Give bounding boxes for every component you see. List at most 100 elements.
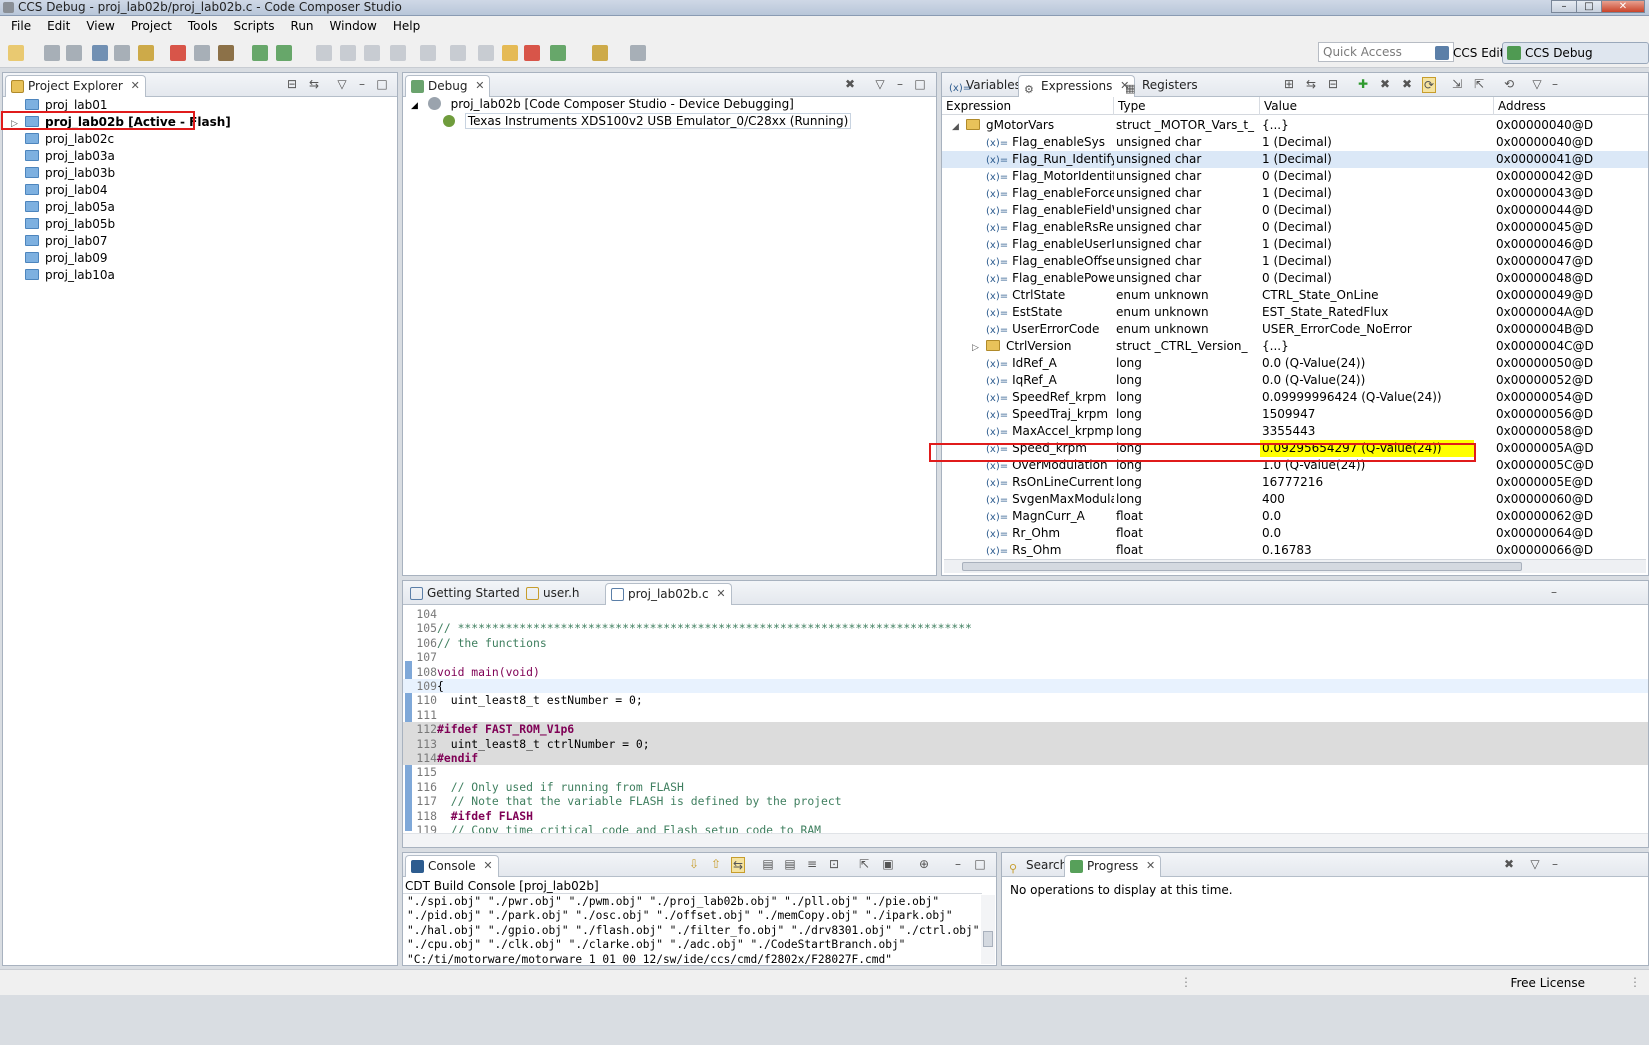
pin-icon[interactable] bbox=[592, 45, 608, 61]
debug-target-item[interactable]: Texas Instruments XDS100v2 USB Emulator_… bbox=[443, 113, 852, 130]
project-item[interactable]: proj_lab03a bbox=[11, 148, 115, 165]
expanded-arrow-icon[interactable]: ◢ bbox=[411, 101, 418, 111]
view-menu-icon[interactable]: ▽ bbox=[335, 77, 349, 91]
project-item[interactable]: proj_lab10a bbox=[11, 267, 115, 284]
expression-row[interactable]: (x)=Flag_enableUserParanunsigned char 1 (… bbox=[942, 236, 1648, 253]
menu-file[interactable]: File bbox=[3, 19, 39, 33]
export-icon[interactable]: ⇱ bbox=[1472, 77, 1486, 91]
save-icon[interactable] bbox=[44, 45, 60, 61]
close-icon[interactable]: ✕ bbox=[716, 584, 725, 604]
minimize-view-icon[interactable]: – bbox=[893, 77, 907, 91]
expression-row[interactable]: (x)=Flag_MotorIdentifiedunsigned char 0 (… bbox=[942, 168, 1648, 185]
expression-value[interactable]: 3355443 bbox=[1262, 423, 1492, 440]
close-icon[interactable]: ✕ bbox=[483, 856, 492, 876]
settings-icon[interactable] bbox=[114, 45, 130, 61]
editor-hscrollbar[interactable] bbox=[403, 833, 1648, 847]
step-return-icon[interactable] bbox=[364, 45, 380, 61]
pin-console-icon[interactable]: ⊡ bbox=[827, 857, 841, 871]
remove-all-icon[interactable]: ✖ bbox=[1400, 77, 1414, 91]
expression-row[interactable]: (x)=Flag_enableFieldWeakunsigned char 0 (… bbox=[942, 202, 1648, 219]
expression-row[interactable]: (x)=Flag_enablePowerWarunsigned char 0 (D… bbox=[942, 270, 1648, 287]
expression-row[interactable]: (x)= Rs_Ohm float 0.16783 0x00000066@D bbox=[942, 542, 1648, 559]
view-menu-icon[interactable]: ▽ bbox=[873, 77, 887, 91]
expression-value[interactable]: 16777216 bbox=[1262, 474, 1492, 491]
project-item[interactable]: proj_lab02c bbox=[11, 131, 114, 148]
tab-project-explorer[interactable]: Project Explorer ✕ bbox=[5, 75, 146, 97]
perspective-ccs-edit[interactable]: CCS Edit bbox=[1430, 42, 1511, 64]
remove-expression-icon[interactable]: ✖ bbox=[1378, 77, 1392, 91]
menu-project[interactable]: Project bbox=[123, 19, 180, 33]
expand-arrow-icon[interactable]: ◢ bbox=[952, 119, 966, 134]
expression-value[interactable]: 0.0 bbox=[1262, 508, 1492, 525]
expression-value[interactable]: 0 (Decimal) bbox=[1262, 202, 1492, 219]
scrollbar-thumb[interactable] bbox=[962, 562, 1522, 571]
gear-icon[interactable] bbox=[550, 45, 566, 61]
expand-arrow-icon[interactable]: ▷ bbox=[972, 340, 986, 355]
project-item[interactable]: proj_lab07 bbox=[11, 233, 108, 250]
tab-variables[interactable]: (x)= Variables bbox=[944, 75, 1029, 97]
step-into-icon[interactable] bbox=[340, 45, 356, 61]
restart-icon[interactable] bbox=[420, 45, 436, 61]
import-icon[interactable]: ⇲ bbox=[1450, 77, 1464, 91]
stop-icon[interactable] bbox=[524, 45, 540, 61]
expression-value[interactable]: 1 (Decimal) bbox=[1262, 151, 1492, 168]
open-console-icon[interactable]: ⇱ bbox=[857, 857, 871, 871]
project-item[interactable]: proj_lab01 bbox=[11, 97, 108, 114]
expression-row[interactable]: ◢ gMotorVars struct _MOTOR_Vars_t_ {...} 0x0… bbox=[942, 117, 1648, 134]
build-icon[interactable] bbox=[138, 45, 154, 61]
close-window-button[interactable]: ✕ bbox=[1601, 0, 1645, 13]
expression-value[interactable]: CTRL_State_OnLine bbox=[1262, 287, 1492, 304]
expression-row[interactable]: (x)= Speed_krpm long 0.09295654297 (Q-Value… bbox=[942, 440, 1648, 457]
expression-value[interactable]: 0.09999996424 (Q-Value(24)) bbox=[1262, 389, 1492, 406]
remove-all-finished-icon[interactable]: ✖ bbox=[1502, 857, 1516, 871]
expression-value[interactable]: {...} bbox=[1262, 117, 1492, 134]
tab-expressions[interactable]: ⚙ Expressions ✕ bbox=[1018, 75, 1136, 97]
project-item[interactable]: proj_lab05b bbox=[11, 216, 115, 233]
close-icon[interactable]: ✕ bbox=[475, 76, 484, 96]
expression-row[interactable]: (x)= OverModulation long 1.0 (Q-Value(24)) 0… bbox=[942, 457, 1648, 474]
save-all-icon[interactable] bbox=[66, 45, 82, 61]
expression-value[interactable]: 1 (Decimal) bbox=[1262, 253, 1492, 270]
console-output[interactable]: "./spi.obj" "./pwr.obj" "./pwm.obj" "./p… bbox=[403, 895, 980, 965]
expression-value[interactable]: 1.0 (Q-Value(24)) bbox=[1262, 457, 1492, 474]
scrollbar-thumb[interactable] bbox=[983, 931, 993, 947]
expression-row[interactable]: (x)=RsOnLineCurrent_Along 16777216 0x00000… bbox=[942, 474, 1648, 491]
close-icon[interactable]: ✕ bbox=[131, 76, 140, 96]
menu-view[interactable]: View bbox=[78, 19, 122, 33]
expression-value[interactable]: 0 (Decimal) bbox=[1262, 270, 1492, 287]
expression-row[interactable]: (x)= SpeedRef_krpm long 0.09999996424 (Q-Va… bbox=[942, 389, 1648, 406]
menu-window[interactable]: Window bbox=[322, 19, 385, 33]
expression-value[interactable]: 0.0 (Q-Value(24)) bbox=[1262, 372, 1492, 389]
step-over-icon[interactable] bbox=[316, 45, 332, 61]
expression-row[interactable]: (x)= UserErrorCode enum unknown USER_ErrorC… bbox=[942, 321, 1648, 338]
code-area[interactable]: 104 105// *******************************… bbox=[403, 605, 1648, 833]
scroll-lock-icon[interactable]: ⇆ bbox=[731, 857, 745, 873]
tab-user-h[interactable]: user.h bbox=[521, 583, 588, 605]
maximize-view-icon[interactable]: □ bbox=[973, 857, 987, 871]
expression-value[interactable]: 0 (Decimal) bbox=[1262, 219, 1492, 236]
maximize-button[interactable]: □ bbox=[1576, 0, 1602, 13]
word-wrap-icon[interactable]: ≡ bbox=[805, 857, 819, 871]
expression-row[interactable]: ▷ CtrlVersion struct _CTRL_Version_ {...} 0x… bbox=[942, 338, 1648, 355]
expression-value[interactable]: 1 (Decimal) bbox=[1262, 185, 1492, 202]
minimize-view-icon[interactable]: – bbox=[1547, 585, 1561, 599]
expression-value[interactable]: 1 (Decimal) bbox=[1262, 134, 1492, 151]
expression-row[interactable]: (x)= CtrlState enum unknown CTRL_State_OnLi… bbox=[942, 287, 1648, 304]
link-editor-icon[interactable]: ⇆ bbox=[307, 77, 321, 91]
expression-row[interactable]: (x)= SpeedTraj_krpm long 1509947 0x00000056@… bbox=[942, 406, 1648, 423]
project-item[interactable]: proj_lab05a bbox=[11, 199, 115, 216]
collapse-icon[interactable]: ⊞ bbox=[1282, 77, 1296, 91]
close-icon[interactable]: ✕ bbox=[1146, 856, 1155, 876]
expression-row[interactable]: (x)=Flag_enableRsRecalcunsigned char 0 (D… bbox=[942, 219, 1648, 236]
collapse-all-icon[interactable]: ⊟ bbox=[285, 77, 299, 91]
column-expression[interactable]: Expression bbox=[942, 97, 1011, 115]
menu-scripts[interactable]: Scripts bbox=[225, 19, 282, 33]
expression-row[interactable]: (x)= Rr_Ohm float 0.0 0x00000064@D bbox=[942, 525, 1648, 542]
horizontal-scrollbar[interactable] bbox=[944, 559, 1646, 573]
view-menu-icon[interactable]: ▽ bbox=[1530, 77, 1544, 91]
column-address[interactable]: Address bbox=[1493, 97, 1546, 115]
column-type[interactable]: Type bbox=[1113, 97, 1146, 115]
suspend-icon[interactable] bbox=[502, 45, 518, 61]
expression-row[interactable]: (x)= MagnCurr_A float 0.0 0x00000062@D bbox=[942, 508, 1648, 525]
expression-value[interactable]: 0 (Decimal) bbox=[1262, 168, 1492, 185]
